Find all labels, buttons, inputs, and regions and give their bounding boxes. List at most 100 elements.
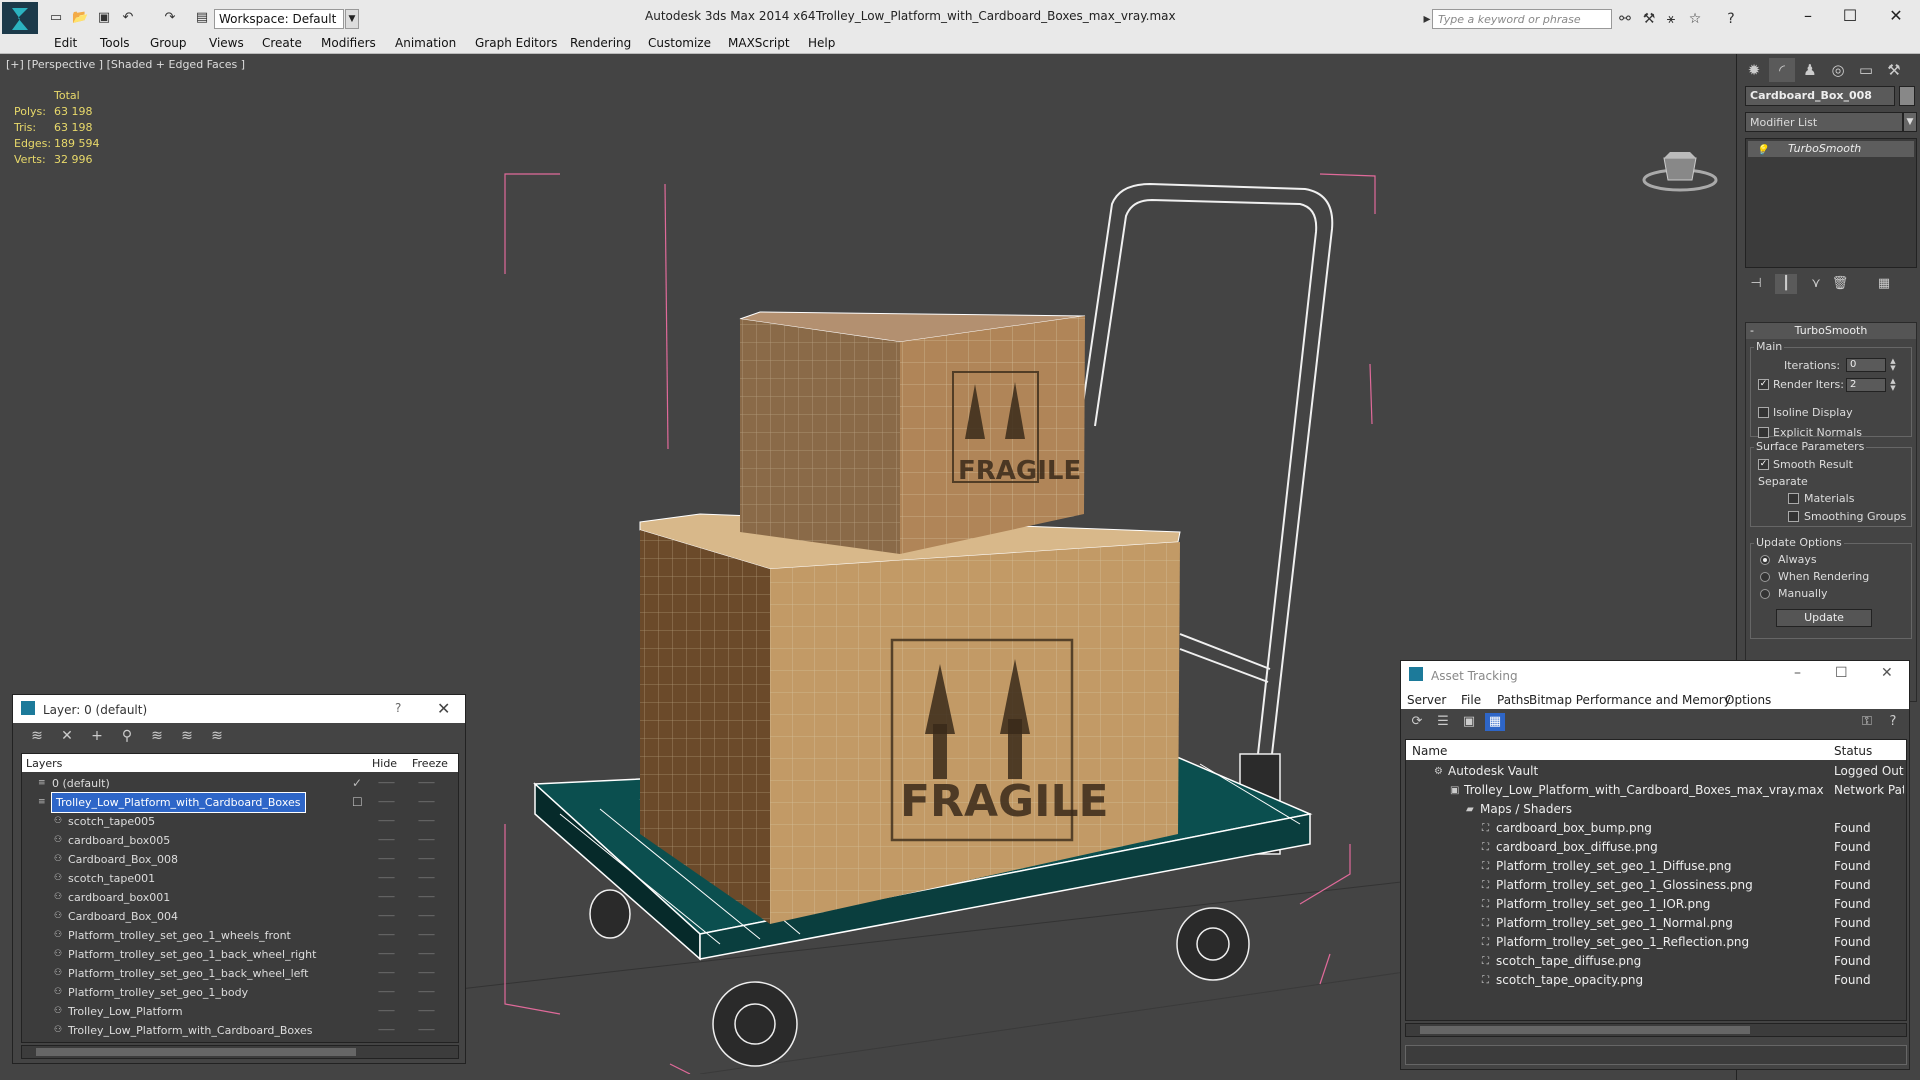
close-icon[interactable]: ✕ [1876, 4, 1916, 28]
hide-toggle[interactable]: —— [378, 1002, 395, 1021]
asset-row[interactable]: ⛶ cardboard_box_diffuse.png Found [1406, 838, 1906, 857]
asset-row[interactable]: ⛶ Platform_trolley_set_geo_1_Reflection.p… [1406, 933, 1906, 952]
rollout-header[interactable]: - TurboSmooth [1746, 323, 1916, 339]
hide-toggle[interactable]: —— [378, 869, 395, 888]
refresh-icon[interactable]: ⟳ [1407, 713, 1427, 731]
lightbulb-icon[interactable]: 💡 [1756, 143, 1768, 159]
manually-radio[interactable] [1760, 589, 1770, 599]
layer-row[interactable]: ⚇ cardboard_box005 —— —— [22, 831, 458, 850]
hide-toggle[interactable]: —— [378, 831, 395, 850]
layer-row[interactable]: ⚇ scotch_tape005 —— —— [22, 812, 458, 831]
asset-row[interactable]: ⛶ Platform_trolley_set_geo_1_Diffuse.png F… [1406, 857, 1906, 876]
hide-toggle[interactable]: —— [378, 964, 395, 983]
asset-horizontal-scrollbar[interactable] [1405, 1023, 1907, 1037]
freeze-unfreeze-all-icon[interactable]: ≋ [207, 727, 227, 745]
render-iters-spinner[interactable]: 2 [1846, 378, 1886, 392]
layer-row[interactable]: ⚇ scotch_tape001 —— —— [22, 869, 458, 888]
layer-row[interactable]: ⚇ Trolley_Low_Platform —— —— [22, 1002, 458, 1021]
active-layer-check-icon[interactable]: ✓ [352, 774, 362, 793]
layer-horizontal-scrollbar[interactable] [21, 1045, 459, 1059]
menu-views[interactable]: Views [209, 36, 244, 50]
layer-row[interactable]: ⚇ Cardboard_Box_004 —— —— [22, 907, 458, 926]
layer-row[interactable]: ⚇ Trolley_Low_Platform_with_Cardboard_Box… [22, 1021, 458, 1040]
set-current-layer-icon[interactable]: ☐ [352, 793, 363, 812]
hierarchy-tab-icon[interactable]: ♟ [1797, 58, 1823, 82]
freeze-toggle[interactable]: —— [418, 983, 435, 1002]
smooth-result-checkbox[interactable]: ✓ [1758, 459, 1769, 470]
help-icon[interactable]: ? [395, 701, 401, 715]
modifier-list-arrow-icon[interactable]: ▼ [1903, 112, 1917, 132]
delete-layer-icon[interactable]: ✕ [57, 727, 77, 745]
menu-tools[interactable]: Tools [100, 36, 130, 50]
create-tab-icon[interactable]: ✹ [1741, 58, 1767, 82]
always-radio[interactable] [1760, 555, 1770, 565]
hide-toggle[interactable]: —— [378, 907, 395, 926]
communication-icon[interactable]: ⚹ [1662, 10, 1680, 28]
select-objects-icon[interactable]: ⚲ [117, 727, 137, 745]
app-logo-icon[interactable] [2, 2, 38, 36]
object-name-field[interactable]: Cardboard_Box_008 [1745, 86, 1895, 106]
freeze-toggle[interactable]: —— [418, 926, 435, 945]
menu-create[interactable]: Create [262, 36, 302, 50]
asset-menu-file[interactable]: File [1461, 693, 1481, 707]
freeze-toggle[interactable]: —— [418, 793, 435, 812]
modify-tab-icon[interactable]: ◜ [1769, 58, 1795, 82]
hide-unhide-all-icon[interactable]: ≋ [177, 727, 197, 745]
col-hide[interactable]: Hide [372, 757, 397, 770]
vault-icon[interactable]: ⚿ [1857, 713, 1877, 731]
layer-row[interactable]: ⚇ Platform_trolley_set_geo_1_back_wheel_l… [22, 964, 458, 983]
asset-row[interactable]: ▣ Trolley_Low_Platform_with_Cardboard_Box… [1406, 781, 1906, 800]
hide-toggle[interactable]: —— [378, 793, 395, 812]
layer-row[interactable]: ⚇ Platform_trolley_set_geo_1_body —— —— [22, 983, 458, 1002]
freeze-toggle[interactable]: —— [418, 869, 435, 888]
freeze-toggle[interactable]: —— [418, 1021, 435, 1040]
stack-item-turbosmooth[interactable]: 💡 TurboSmooth [1748, 141, 1914, 157]
freeze-toggle[interactable]: —— [418, 1002, 435, 1021]
menu-help[interactable]: Help [808, 36, 835, 50]
search-input[interactable]: Type a keyword or phrase [1432, 9, 1612, 29]
scroll-thumb[interactable] [1420, 1026, 1750, 1034]
menu-modifiers[interactable]: Modifiers [321, 36, 376, 50]
render-iters-spinner-arrows-icon[interactable]: ▲ ▼ [1888, 378, 1898, 392]
col-name[interactable]: Name [1412, 744, 1447, 758]
freeze-toggle[interactable]: —— [418, 812, 435, 831]
freeze-toggle[interactable]: —— [418, 964, 435, 983]
menu-edit[interactable]: Edit [54, 36, 77, 50]
workspace-dropdown-arrow-icon[interactable]: ▼ [345, 9, 359, 29]
freeze-toggle[interactable]: —— [418, 907, 435, 926]
project-folder-icon[interactable]: ▤ [194, 11, 210, 25]
make-unique-icon[interactable]: ⋎ [1805, 274, 1827, 294]
hide-toggle[interactable]: —— [378, 774, 395, 793]
thumbnail-view-icon[interactable]: ▣ [1459, 713, 1479, 731]
hide-toggle[interactable]: —— [378, 1021, 395, 1040]
asset-menu-bitmap[interactable]: Bitmap Performance and Memory [1529, 693, 1731, 707]
highlight-layer-icon[interactable]: ≋ [147, 727, 167, 745]
save-file-icon[interactable]: ▣ [96, 11, 112, 25]
show-end-result-icon[interactable]: ┃ [1775, 274, 1797, 294]
col-layers[interactable]: Layers [26, 757, 62, 770]
close-icon[interactable]: ✕ [1881, 665, 1893, 681]
add-to-layer-icon[interactable]: + [87, 727, 107, 745]
menu-group[interactable]: Group [150, 36, 187, 50]
asset-menu-options[interactable]: Options [1725, 693, 1771, 707]
when-rendering-radio[interactable] [1760, 572, 1770, 582]
motion-tab-icon[interactable]: ◎ [1825, 58, 1851, 82]
redo-icon[interactable]: ↷ [162, 11, 178, 25]
menu-maxscript[interactable]: MAXScript [728, 36, 790, 50]
list-view-icon[interactable]: ☰ [1433, 713, 1453, 731]
asset-row[interactable]: ⛶ cardboard_box_bump.png Found [1406, 819, 1906, 838]
menu-animation[interactable]: Animation [395, 36, 456, 50]
workspace-dropdown[interactable]: Workspace: Default [214, 9, 344, 29]
asset-row[interactable]: ▰ Maps / Shaders [1406, 800, 1906, 819]
hide-toggle[interactable]: —— [378, 812, 395, 831]
asset-row[interactable]: ⛶ scotch_tape_diffuse.png Found [1406, 952, 1906, 971]
undo-icon[interactable]: ↶ [120, 11, 136, 25]
asset-row[interactable]: ⛶ Platform_trolley_set_geo_1_Normal.png Fo… [1406, 914, 1906, 933]
hide-toggle[interactable]: —— [378, 888, 395, 907]
freeze-toggle[interactable]: —— [418, 850, 435, 869]
layer-row[interactable]: ⚇ cardboard_box001 —— —— [22, 888, 458, 907]
asset-window-titlebar[interactable]: Asset Tracking – ☐ ✕ [1401, 661, 1909, 689]
binoculars-icon[interactable]: ⚯ [1616, 10, 1634, 28]
asset-menu-paths[interactable]: Paths [1497, 693, 1530, 707]
scroll-thumb[interactable] [36, 1048, 356, 1056]
